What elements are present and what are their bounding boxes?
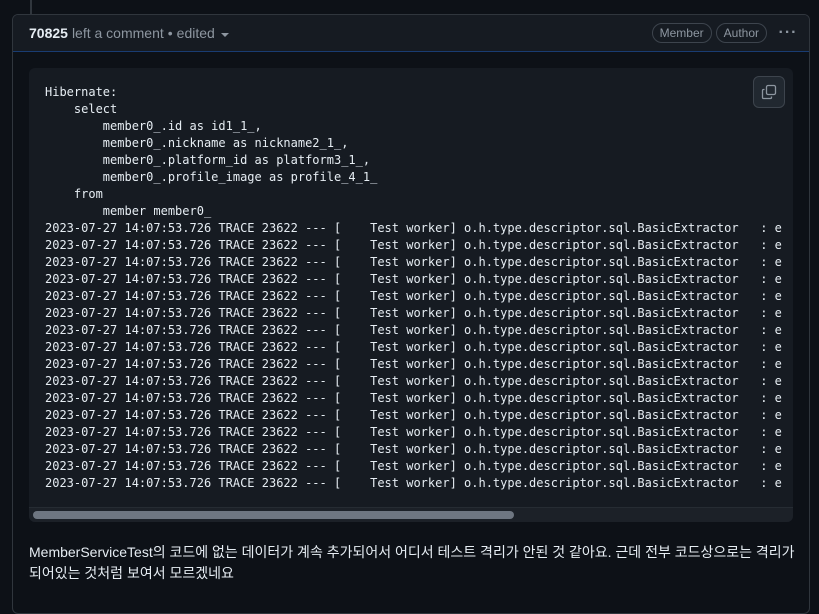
code-line: member member0_	[45, 204, 212, 218]
edited-label: edited	[176, 25, 215, 41]
code-block: Hibernate: select member0_.id as id1_1_,…	[29, 68, 793, 522]
code-line: 2023-07-27 14:07:53.726 TRACE 23622 --- …	[45, 391, 782, 405]
code-line: 2023-07-27 14:07:53.726 TRACE 23622 --- …	[45, 306, 782, 320]
comment-card: 70825 left a comment • edited Member Aut…	[12, 14, 810, 614]
code-line: 2023-07-27 14:07:53.726 TRACE 23622 --- …	[45, 442, 782, 456]
code-line: 2023-07-27 14:07:53.726 TRACE 23622 --- …	[45, 408, 782, 422]
author-badge: Author	[715, 23, 767, 43]
code-line: 2023-07-27 14:07:53.726 TRACE 23622 --- …	[45, 357, 782, 371]
code-line: member0_.profile_image as profile_4_1_	[45, 170, 385, 184]
comment-body: Hibernate: select member0_.id as id1_1_,…	[13, 52, 809, 584]
comment-author-link[interactable]: 70825	[29, 25, 68, 41]
code-line: 2023-07-27 14:07:53.726 TRACE 23622 --- …	[45, 255, 782, 269]
code-line: member0_.nickname as nickname2_1_,	[45, 136, 349, 150]
header-separator: •	[167, 25, 173, 41]
code-content: Hibernate: select member0_.id as id1_1_,…	[29, 68, 793, 504]
member-badge: Member	[651, 23, 712, 43]
code-line: 2023-07-27 14:07:53.726 TRACE 23622 --- …	[45, 323, 782, 337]
code-line: Hibernate:	[45, 85, 125, 99]
comment-text: MemberServiceTest의 코드에 없는 데이터가 계속 추가되어서 …	[29, 544, 795, 581]
caret-down-icon	[220, 32, 229, 37]
code-line: 2023-07-27 14:07:53.726 TRACE 23622 --- …	[45, 221, 782, 235]
timeline-connector	[30, 0, 32, 14]
copy-icon	[761, 84, 777, 100]
code-line: 2023-07-27 14:07:53.726 TRACE 23622 --- …	[45, 374, 782, 388]
code-line: 2023-07-27 14:07:53.726 TRACE 23622 --- …	[45, 340, 782, 354]
scrollbar-thumb[interactable]	[33, 511, 514, 519]
comment-action-text: left a comment	[71, 25, 164, 41]
copy-button[interactable]	[753, 76, 785, 108]
edited-dropdown[interactable]: edited	[177, 25, 229, 41]
code-line: 2023-07-27 14:07:53.726 TRACE 23622 --- …	[45, 459, 782, 473]
code-line: from	[45, 187, 103, 201]
horizontal-scrollbar[interactable]	[29, 507, 793, 522]
code-line: 2023-07-27 14:07:53.726 TRACE 23622 --- …	[45, 272, 782, 286]
code-line: 2023-07-27 14:07:53.726 TRACE 23622 --- …	[45, 425, 782, 439]
code-line: 2023-07-27 14:07:53.726 TRACE 23622 --- …	[45, 238, 782, 252]
code-line: 2023-07-27 14:07:53.726 TRACE 23622 --- …	[45, 289, 782, 303]
code-line: 2023-07-27 14:07:53.726 TRACE 23622 --- …	[45, 476, 782, 490]
code-line: select	[45, 102, 118, 116]
code-line: member0_.platform_id as platform3_1_,	[45, 153, 371, 167]
code-line: member0_.id as id1_1_,	[45, 119, 262, 133]
comment-header: 70825 left a comment • edited Member Aut…	[13, 15, 809, 52]
comment-options-button[interactable]: ···	[777, 24, 799, 42]
